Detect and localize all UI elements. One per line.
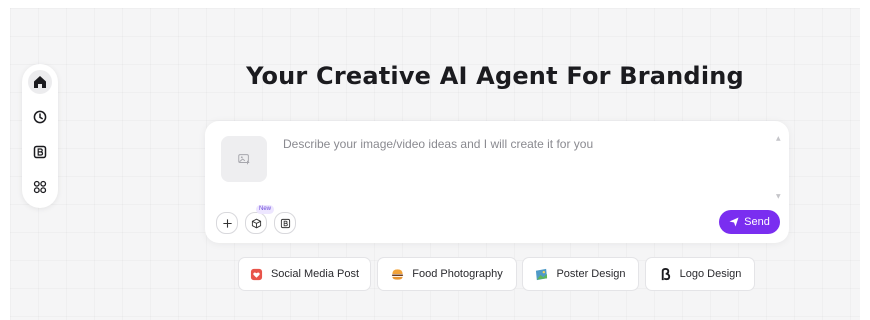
social-media-icon [250,268,263,280]
send-button-label: Send [744,216,770,228]
sidebar-item-brand[interactable] [28,140,52,164]
suggestion-logo-design[interactable]: Logo Design [645,257,755,291]
send-icon [729,217,739,227]
3d-model-button[interactable] [245,212,267,234]
suggestion-social-media-post[interactable]: Social Media Post [238,257,371,291]
brand-icon [33,145,47,159]
send-button[interactable]: Send [719,210,780,234]
add-image-icon [238,154,250,165]
chip-label: Food Photography [412,268,503,280]
new-badge: New [256,205,275,214]
cube-icon [251,218,261,228]
sidebar-item-history[interactable] [28,105,52,129]
burger-icon [392,268,404,280]
chip-label: Social Media Post [270,268,360,280]
suggestion-poster-design[interactable]: Poster Design [522,257,639,291]
brand-kit-button[interactable] [274,212,296,234]
chip-label: Poster Design [556,268,626,280]
prompt-input[interactable] [283,137,753,197]
scroll-up-arrow[interactable]: ▲ [776,135,781,142]
prompt-card: ▲ ▼ Send [205,121,789,243]
suggestion-food-photography[interactable]: Food Photography [377,257,517,291]
page-title: Your Creative AI Agent For Branding [246,62,744,90]
clock-icon [33,110,47,124]
image-upload-thumbnail[interactable] [221,133,267,182]
apps-grid-icon [33,180,47,194]
plus-icon [222,218,232,228]
scroll-down-arrow[interactable]: ▼ [776,193,781,200]
chip-label: Logo Design [679,268,742,280]
poster-icon [536,268,548,280]
sidebar-item-apps[interactable] [28,175,52,199]
brand-icon [280,218,290,228]
add-button[interactable] [216,212,238,234]
logo-beta-icon [661,267,670,280]
